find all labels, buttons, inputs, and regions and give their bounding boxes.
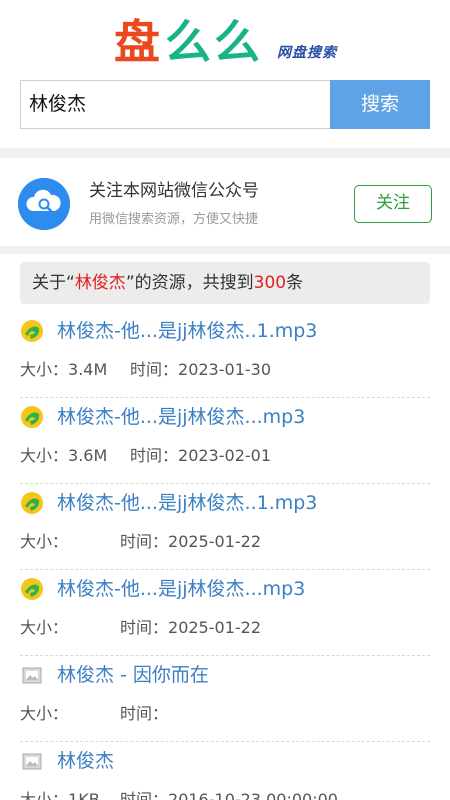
time-label: 时间： <box>120 704 169 723</box>
search-bar: 林俊杰 搜索 <box>20 80 430 129</box>
divider <box>0 148 450 158</box>
result-time: 2025-01-22 <box>168 618 261 637</box>
baidu-pan-icon <box>20 577 44 601</box>
time-label: 时间： <box>120 532 169 551</box>
list-item: 林俊杰 - 因你而在 大小： 时间： <box>20 656 430 742</box>
result-title[interactable]: 林俊杰-他...是jj林俊杰..1.mp3 <box>57 488 317 515</box>
folder-icon <box>20 749 44 773</box>
wechat-follow-panel: 关注本网站微信公众号 用微信搜索资源，方便又快捷 关注 <box>0 158 450 246</box>
list-item: 林俊杰-他...是jj林俊杰..1.mp3 大小： 时间：2025-01-22 <box>20 484 430 570</box>
result-title[interactable]: 林俊杰-他...是jj林俊杰...mp3 <box>57 574 305 601</box>
size-label: 大小： <box>20 360 69 379</box>
size-label: 大小： <box>20 704 69 723</box>
logo-subtitle: 网盘搜索 <box>277 45 337 61</box>
result-size: 3.6M <box>68 446 108 465</box>
time-label: 时间： <box>130 446 179 465</box>
result-meta: 大小：1KB 时间：2016-10-23 00:00:00 <box>20 786 338 800</box>
logo-char-1: 盘 <box>114 15 160 69</box>
baidu-pan-icon <box>20 491 44 515</box>
time-label: 时间： <box>120 790 169 800</box>
search-input[interactable]: 林俊杰 <box>20 80 330 129</box>
baidu-pan-icon <box>20 405 44 429</box>
size-label: 大小： <box>20 532 69 551</box>
result-meta: 大小：3.6M 时间：2023-02-01 <box>20 442 271 466</box>
time-label: 时间： <box>120 618 169 637</box>
results-summary: 关于“林俊杰”的资源，共搜到300条 <box>20 262 430 304</box>
result-meta: 大小： 时间：2025-01-22 <box>20 528 261 552</box>
time-label: 时间： <box>130 360 179 379</box>
follow-button[interactable]: 关注 <box>354 185 432 223</box>
cloud-search-icon <box>18 178 70 230</box>
divider <box>0 246 450 254</box>
result-title[interactable]: 林俊杰 - 因你而在 <box>57 660 209 687</box>
result-time: 2025-01-22 <box>168 532 261 551</box>
result-title[interactable]: 林俊杰-他...是jj林俊杰...mp3 <box>57 402 305 429</box>
result-meta: 大小： 时间： <box>20 700 168 724</box>
result-title[interactable]: 林俊杰 <box>57 746 114 773</box>
result-meta: 大小： 时间：2025-01-22 <box>20 614 261 638</box>
list-item: 林俊杰-他...是jj林俊杰...mp3 大小： 时间：2025-01-22 <box>20 570 430 656</box>
list-item: 林俊杰-他...是jj林俊杰..1.mp3 大小：3.4M 时间：2023-01-… <box>20 312 430 398</box>
site-logo[interactable]: 盘 么 么 网盘搜索 <box>0 14 450 70</box>
size-label: 大小： <box>20 446 69 465</box>
wechat-title: 关注本网站微信公众号 <box>89 181 259 201</box>
result-meta: 大小：3.4M 时间：2023-01-30 <box>20 356 271 380</box>
list-item: 林俊杰-他...是jj林俊杰...mp3 大小：3.6M 时间：2023-02-0… <box>20 398 430 484</box>
size-label: 大小： <box>20 618 69 637</box>
result-size: 3.4M <box>68 360 108 379</box>
summary-middle: ”的资源，共搜到 <box>125 273 254 293</box>
result-time: 2023-01-30 <box>178 360 271 379</box>
result-time: 2016-10-23 00:00:00 <box>168 790 338 800</box>
result-size: 1KB <box>68 790 100 800</box>
result-time: 2023-02-01 <box>178 446 271 465</box>
folder-icon <box>20 663 44 687</box>
results-list: 林俊杰-他...是jj林俊杰..1.mp3 大小：3.4M 时间：2023-01-… <box>20 312 430 800</box>
list-item: 林俊杰 大小：1KB 时间：2016-10-23 00:00:00 <box>20 742 430 800</box>
wechat-desc: 用微信搜索资源，方便又快捷 <box>89 212 259 227</box>
result-title[interactable]: 林俊杰-他...是jj林俊杰..1.mp3 <box>57 316 317 343</box>
logo-char-2: 么 <box>165 15 211 69</box>
summary-suffix: 条 <box>286 273 304 293</box>
logo-char-3: 么 <box>214 15 260 69</box>
baidu-pan-icon <box>20 319 44 343</box>
size-label: 大小： <box>20 790 69 800</box>
summary-keyword: 林俊杰 <box>74 273 126 293</box>
summary-count: 300 <box>253 273 287 293</box>
search-button[interactable]: 搜索 <box>330 80 430 129</box>
summary-prefix: 关于“ <box>32 273 75 293</box>
